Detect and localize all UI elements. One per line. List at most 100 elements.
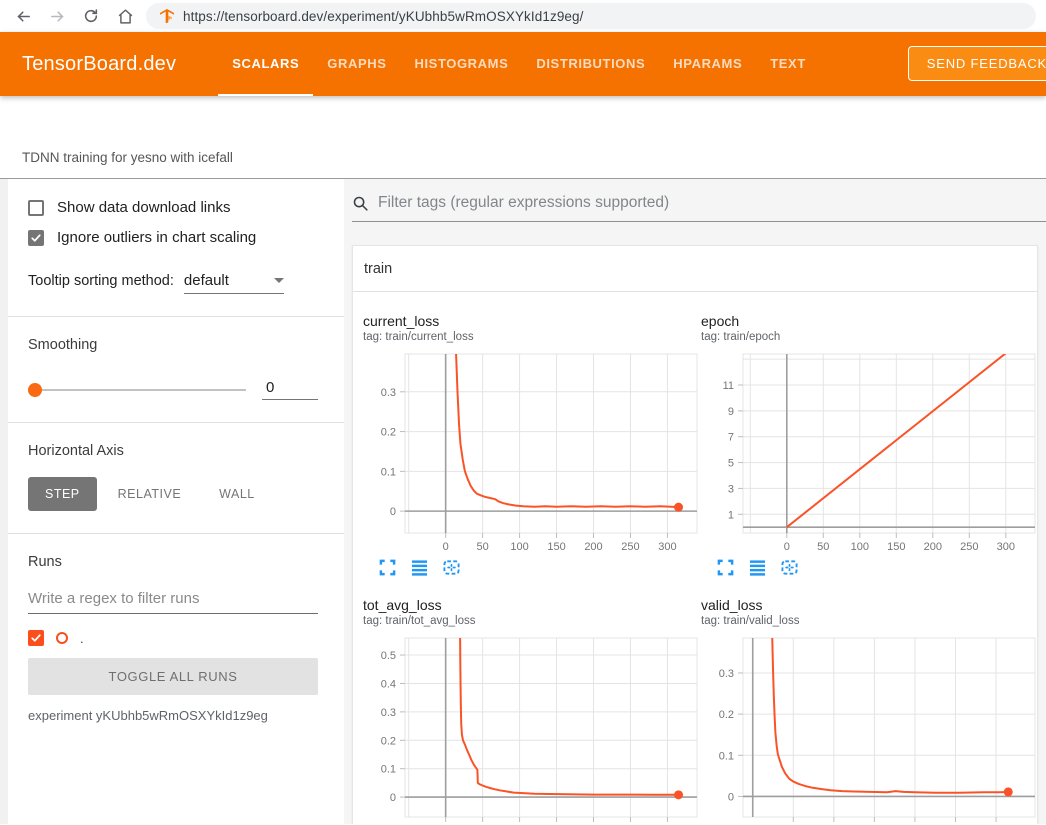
horizontal-axis-section: Horizontal Axis STEPRELATIVEWALL — [8, 423, 344, 534]
chevron-down-icon — [274, 278, 284, 283]
svg-text:100: 100 — [851, 541, 869, 553]
svg-text:11: 11 — [723, 380, 734, 392]
show-download-links-checkbox[interactable] — [28, 200, 44, 216]
svg-text:0: 0 — [390, 792, 396, 804]
svg-text:50: 50 — [476, 541, 488, 553]
tab-histograms[interactable]: HISTOGRAMS — [400, 32, 522, 96]
scalar-chart-valid_loss: valid_losstag: train/valid_loss501001502… — [701, 576, 1039, 824]
smoothing-value-field[interactable]: 0 — [262, 379, 318, 400]
chart-plot-area[interactable]: 05010015020025030000.10.20.3 — [363, 349, 701, 555]
chart-tag: tag: train/valid_loss — [701, 615, 1039, 627]
svg-text:50: 50 — [817, 541, 829, 553]
svg-text:3: 3 — [728, 483, 734, 495]
svg-text:0.3: 0.3 — [719, 668, 734, 680]
horizontal-axis-buttons: STEPRELATIVEWALL — [28, 477, 318, 511]
general-settings-section: Show data download links Ignore outliers… — [8, 179, 344, 317]
svg-text:1: 1 — [728, 509, 734, 521]
svg-text:250: 250 — [960, 541, 978, 553]
svg-text:0.2: 0.2 — [719, 709, 734, 721]
svg-text:0.1: 0.1 — [381, 466, 396, 478]
fit-domain-icon[interactable] — [443, 559, 460, 576]
url-text[interactable]: https://tensorboard.dev/experiment/yKUbh… — [183, 9, 584, 24]
expand-chart-icon[interactable] — [717, 559, 734, 576]
run-row[interactable]: . — [28, 630, 318, 646]
axis-button-relative[interactable]: RELATIVE — [101, 477, 199, 511]
scalar-chart-current_loss: current_loss tag: train/current_loss 0 50 10… — [363, 292, 701, 576]
svg-text:0: 0 — [728, 791, 734, 803]
svg-text:0.2: 0.2 — [381, 735, 396, 747]
tag-group-header[interactable]: train — [353, 246, 1037, 292]
svg-text:100: 100 — [510, 541, 528, 553]
svg-text:0.1: 0.1 — [381, 764, 396, 776]
tag-filter-input[interactable] — [378, 194, 1046, 212]
svg-text:0.2: 0.2 — [381, 427, 396, 439]
tab-text[interactable]: TEXT — [756, 32, 820, 96]
axis-button-wall[interactable]: WALL — [202, 477, 272, 511]
svg-text:300: 300 — [997, 541, 1015, 553]
charts-grid: current_losstag: train/current_loss05010… — [353, 292, 1037, 824]
axis-button-step[interactable]: STEP — [28, 477, 97, 511]
ignore-outliers-row[interactable]: Ignore outliers in chart scaling — [28, 229, 318, 246]
chart-tag: tag: train/epoch — [701, 331, 1039, 343]
svg-text:150: 150 — [547, 541, 565, 553]
search-icon — [352, 195, 369, 212]
tooltip-sorting-value: default — [184, 272, 229, 289]
svg-text:0: 0 — [784, 541, 790, 553]
smoothing-slider-thumb[interactable] — [28, 383, 42, 397]
run-checkbox[interactable] — [28, 630, 44, 646]
svg-text:200: 200 — [924, 541, 942, 553]
chart-plot-area[interactable]: 05010015020025030000.10.20.30.40.5 — [363, 633, 701, 824]
runs-regex-input[interactable] — [28, 588, 318, 614]
tab-hparams[interactable]: HPARAMS — [659, 32, 756, 96]
run-name: . — [80, 631, 84, 646]
tooltip-sorting-label: Tooltip sorting method: — [28, 273, 174, 289]
chart-tag: tag: train/current_loss — [363, 331, 701, 343]
chart-plot-area[interactable]: 0501001502002503001357911 — [701, 349, 1039, 555]
ignore-outliers-label: Ignore outliers in chart scaling — [57, 229, 256, 246]
svg-text:0: 0 — [390, 506, 396, 518]
tooltip-sorting-select[interactable]: default — [184, 272, 284, 294]
chart-title: current_loss — [363, 313, 701, 329]
toggle-all-runs-button[interactable]: TOGGLE ALL RUNS — [28, 658, 318, 695]
tab-distributions[interactable]: DISTRIBUTIONS — [522, 32, 659, 96]
experiment-note: experiment yKUbhb5wRmOSXYkId1z9eg — [28, 708, 318, 723]
scalar-chart-epoch: epoch tag: train/epoch 0 50 100 150 200 250 300 1… — [701, 292, 1039, 576]
forward-icon[interactable] — [44, 3, 70, 29]
experiment-subheader: TDNN training for yesno with icefall — [0, 96, 1046, 179]
svg-text:150: 150 — [887, 541, 905, 553]
home-icon[interactable] — [112, 3, 138, 29]
chart-plot-area[interactable]: 5010015020025030000.10.20.3 — [701, 633, 1039, 824]
chart-tag: tag: train/tot_avg_loss — [363, 615, 701, 627]
view-data-icon[interactable] — [411, 559, 428, 576]
chart-title: epoch — [701, 313, 1039, 329]
back-icon[interactable] — [10, 3, 36, 29]
settings-sidebar: Show data download links Ignore outliers… — [0, 179, 344, 824]
top-nav-tabs: SCALARSGRAPHSHISTOGRAMSDISTRIBUTIONSHPAR… — [218, 32, 820, 96]
smoothing-section: Smoothing 0 — [8, 317, 344, 423]
ignore-outliers-checkbox[interactable] — [28, 230, 44, 246]
show-download-links-row[interactable]: Show data download links — [28, 199, 318, 216]
svg-text:0.3: 0.3 — [381, 707, 396, 719]
tensorboard-favicon — [160, 9, 174, 23]
svg-text:0.5: 0.5 — [381, 650, 396, 662]
reload-icon[interactable] — [78, 3, 104, 29]
address-bar[interactable]: https://tensorboard.dev/experiment/yKUbh… — [146, 3, 1036, 29]
tab-graphs[interactable]: GRAPHS — [313, 32, 400, 96]
svg-text:9: 9 — [728, 406, 734, 418]
svg-text:200: 200 — [584, 541, 602, 553]
horizontal-axis-label: Horizontal Axis — [28, 443, 318, 459]
app-logo: TensorBoard.dev — [22, 32, 176, 96]
svg-text:0: 0 — [443, 541, 449, 553]
app-header: TensorBoard.dev SCALARSGRAPHSHISTOGRAMSD… — [0, 32, 1046, 96]
runs-label: Runs — [28, 554, 318, 570]
tag-group-card: train current_loss tag: train/current_los… — [352, 245, 1038, 824]
experiment-title: TDNN training for yesno with icefall — [22, 150, 233, 165]
tab-scalars[interactable]: SCALARS — [218, 32, 313, 96]
view-data-icon[interactable] — [749, 559, 766, 576]
expand-chart-icon[interactable] — [379, 559, 396, 576]
chart-actions — [379, 559, 701, 576]
fit-domain-icon[interactable] — [781, 559, 798, 576]
smoothing-slider[interactable] — [28, 389, 246, 391]
send-feedback-button[interactable]: SEND FEEDBACK — [908, 46, 1046, 81]
tag-filter-row — [352, 194, 1046, 222]
